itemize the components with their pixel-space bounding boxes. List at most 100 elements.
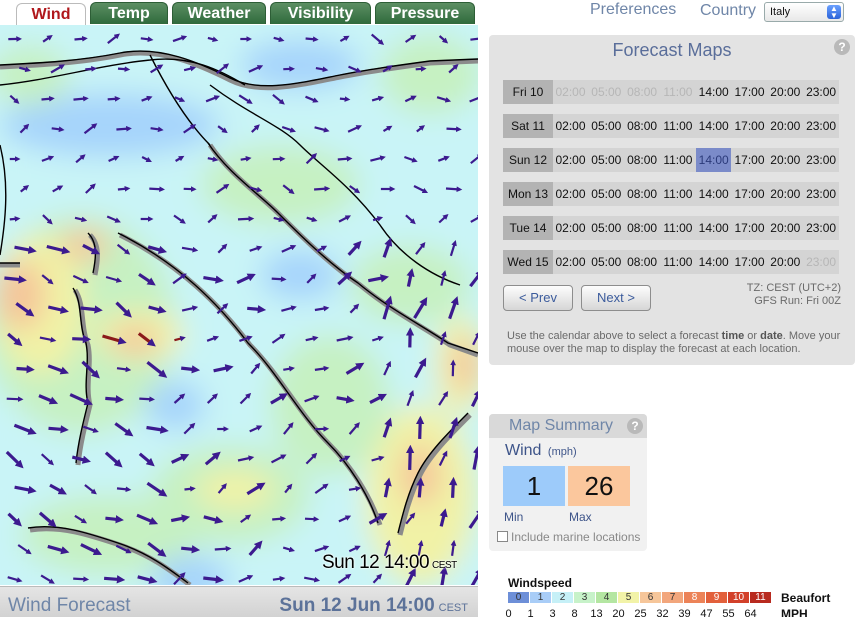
- forecast-day-row: Wed 15 02:00 05:00 08:00 11:00 14:00 17:00 20:0…: [503, 250, 839, 274]
- time-slot[interactable]: 02:00: [553, 182, 588, 206]
- legend-swatch: 9: [706, 592, 727, 603]
- legend-swatch: 4: [596, 592, 617, 603]
- time-slot[interactable]: 05:00: [589, 182, 624, 206]
- day-label[interactable]: Sat 11: [503, 114, 553, 138]
- time-slot[interactable]: 11:00: [660, 148, 695, 172]
- time-slot[interactable]: 02:00: [553, 114, 588, 138]
- wind-arrow: [416, 477, 425, 498]
- min-label: Min: [504, 510, 524, 524]
- time-slot[interactable]: 17:00: [732, 80, 767, 104]
- legend-swatch: 3: [574, 592, 595, 603]
- time-slot[interactable]: 11:00: [660, 216, 695, 240]
- time-slot: 05:00: [591, 85, 622, 99]
- time-slot[interactable]: 02:00: [553, 250, 588, 274]
- wind-arrow: [74, 35, 88, 42]
- checkbox-icon[interactable]: [497, 531, 508, 542]
- time-slot[interactable]: 08:00: [625, 148, 660, 172]
- time-slot[interactable]: 14:00: [696, 148, 732, 172]
- time-slot[interactable]: 08:00: [625, 182, 660, 206]
- wind-arrow: [446, 126, 462, 133]
- time-slot[interactable]: 17:00: [732, 216, 767, 240]
- time-slot[interactable]: 20:00: [768, 250, 803, 274]
- time-slot[interactable]: 23:00: [804, 80, 839, 104]
- wind-arrow: [85, 66, 97, 72]
- day-label[interactable]: Mon 13: [503, 182, 553, 206]
- time-slot[interactable]: 23:00: [804, 148, 839, 172]
- wind-arrow: [314, 185, 331, 192]
- time-slot[interactable]: 11:00: [660, 114, 695, 138]
- tab-weather[interactable]: Weather: [172, 2, 266, 24]
- wind-arrow: [240, 156, 252, 162]
- time-slot[interactable]: 11:00: [660, 182, 695, 206]
- time-slot[interactable]: 02:00: [553, 148, 588, 172]
- time-slot[interactable]: 14:00: [696, 182, 731, 206]
- country-label: Country: [700, 2, 757, 19]
- time-slot[interactable]: 20:00: [768, 182, 803, 206]
- time-slot[interactable]: 17:00: [732, 182, 767, 206]
- legend-swatch: 2: [552, 592, 573, 603]
- time-slot[interactable]: 08:00: [625, 250, 660, 274]
- timezone-label: TZ: CEST (UTC+2): [746, 282, 841, 294]
- day-label[interactable]: Wed 15: [503, 250, 553, 274]
- gfs-run-label: GFS Run: Fri 00Z: [754, 295, 841, 307]
- summary-variable: Wind (mph): [505, 442, 577, 459]
- timezone-info: TZ: CEST (UTC+2) GFS Run: Fri 00Z: [747, 282, 841, 308]
- time-slot[interactable]: 17:00: [732, 148, 767, 172]
- time-slot[interactable]: 02:00: [553, 216, 588, 240]
- tab-temp[interactable]: Temp: [90, 2, 168, 24]
- country-select[interactable]: Italy ▲ ▼: [764, 2, 844, 22]
- mph-label: MPH: [781, 607, 808, 617]
- day-label[interactable]: Fri 10: [503, 80, 553, 104]
- wind-arrow: [214, 545, 232, 552]
- help-icon[interactable]: ?: [834, 39, 850, 55]
- time-slot[interactable]: 08:00: [625, 114, 660, 138]
- prev-button[interactable]: < Prev: [503, 285, 573, 311]
- legend-swatch: 1: [530, 592, 551, 603]
- day-label[interactable]: Tue 14: [503, 216, 553, 240]
- time-slot[interactable]: 14:00: [696, 114, 731, 138]
- wind-map-canvas: [0, 25, 478, 585]
- preferences-link[interactable]: Preferences: [590, 1, 676, 19]
- include-marine-checkbox[interactable]: Include marine locations: [497, 530, 647, 544]
- time-slot: 23:00: [806, 255, 837, 269]
- time-slot: 08:00: [627, 85, 658, 99]
- time-slot[interactable]: 23:00: [804, 182, 839, 206]
- time-slot[interactable]: 05:00: [589, 250, 624, 274]
- time-slot[interactable]: 20:00: [768, 216, 803, 240]
- help-icon[interactable]: ?: [627, 418, 643, 434]
- time-slot[interactable]: 20:00: [768, 114, 803, 138]
- time-slot[interactable]: 20:00: [768, 148, 803, 172]
- time-slot[interactable]: 11:00: [660, 250, 695, 274]
- time-slot: 02:00: [555, 85, 586, 99]
- wind-arrow: [415, 415, 425, 439]
- legend-swatch: 7: [662, 592, 683, 603]
- min-value-box: 1: [503, 466, 565, 506]
- wind-arrow: [117, 66, 131, 72]
- map-timestamp: Sun 12 14:00 CEST: [322, 552, 457, 573]
- time-slot[interactable]: 17:00: [732, 250, 767, 274]
- tab-pressure[interactable]: Pressure: [375, 2, 475, 24]
- time-slot[interactable]: 23:00: [804, 216, 839, 240]
- time-slot[interactable]: 14:00: [696, 250, 731, 274]
- time-slot[interactable]: 05:00: [589, 114, 624, 138]
- wind-arrow: [271, 276, 287, 283]
- legend-mph-value: 64: [744, 608, 757, 617]
- wind-map[interactable]: Sun 12 14:00 CEST: [0, 25, 478, 585]
- wind-arrow: [103, 575, 126, 584]
- time-slot[interactable]: 14:00: [696, 80, 731, 104]
- wind-arrow: [305, 36, 319, 43]
- tab-visibility[interactable]: Visibility: [270, 2, 371, 24]
- next-button[interactable]: Next >: [581, 285, 651, 311]
- day-label[interactable]: Sun 12: [503, 148, 553, 172]
- time-slot[interactable]: 05:00: [589, 216, 624, 240]
- time-slot[interactable]: 23:00: [804, 114, 839, 138]
- tab-wind[interactable]: Wind: [16, 3, 86, 25]
- wind-arrow: [415, 66, 427, 72]
- time-slot[interactable]: 17:00: [732, 114, 767, 138]
- time-slot[interactable]: 14:00: [696, 216, 731, 240]
- time-slot[interactable]: 08:00: [625, 216, 660, 240]
- time-slot[interactable]: 05:00: [589, 148, 624, 172]
- time-slot[interactable]: 20:00: [768, 80, 803, 104]
- wind-arrow: [51, 126, 65, 133]
- wind-arrow: [304, 516, 320, 522]
